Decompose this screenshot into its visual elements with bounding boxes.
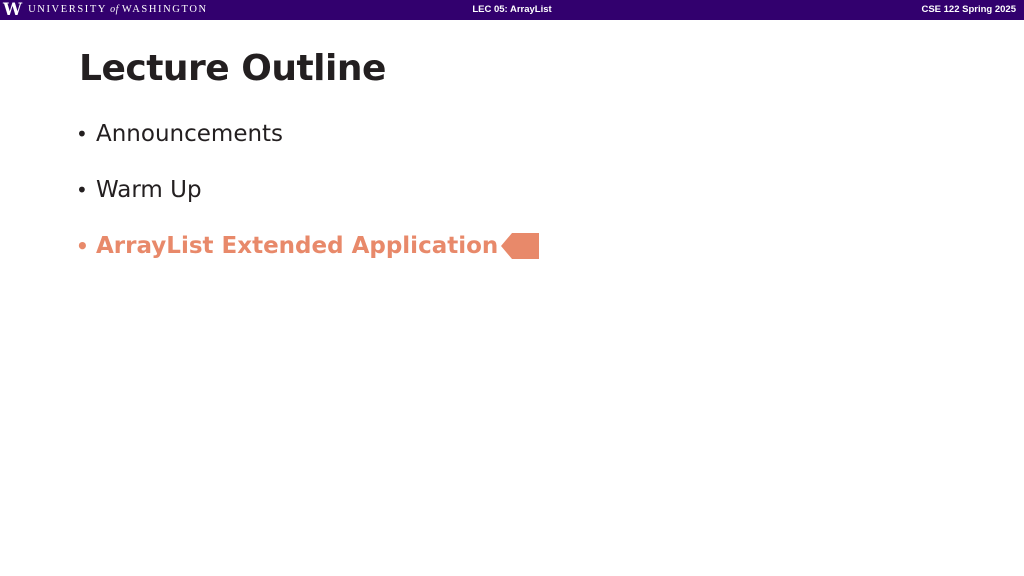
outline-item-label: ArrayList Extended Application [96,233,499,259]
bullet-icon: • [76,234,89,258]
lecture-title: LEC 05: ArrayList [472,4,552,15]
bullet-icon: • [76,122,88,146]
arrow-left-icon [501,233,540,259]
outline-item-warm-up: • Warm Up [76,170,539,210]
outline-item-label: Warm Up [96,177,202,203]
outline-item-announcements: • Announcements [76,114,539,154]
outline-item-arraylist-extended-application: • ArrayList Extended Application [76,226,540,266]
course-label: CSE 122 Spring 2025 [921,4,1016,15]
outline-list: • Announcements • Warm Up • ArrayList Ex… [76,114,540,282]
header-bar: W UNIVERSITY of WASHINGTON LEC 05: ArrayLi… [0,0,1024,20]
slide-title: Lecture Outline [79,48,386,89]
outline-item-label: Announcements [96,121,284,147]
bullet-icon: • [76,178,88,202]
